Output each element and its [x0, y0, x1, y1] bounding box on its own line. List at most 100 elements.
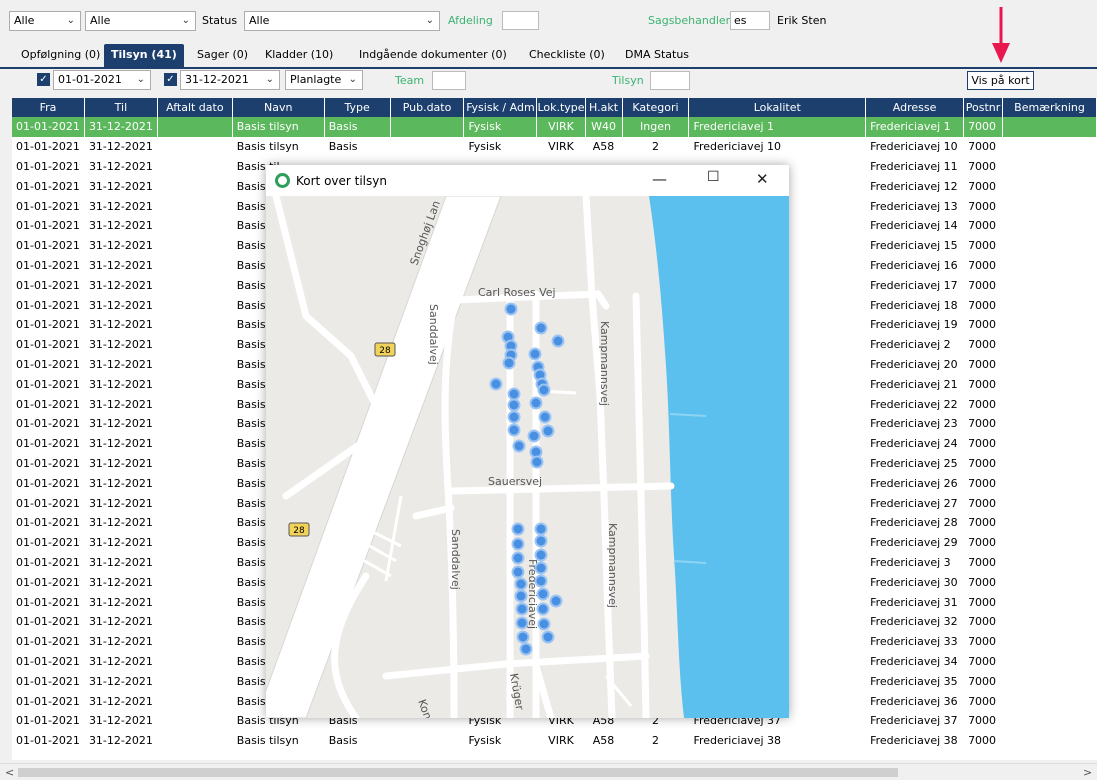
- afdeling-input[interactable]: [502, 11, 539, 30]
- sagsbehandler-input[interactable]: es: [730, 11, 770, 30]
- map-marker[interactable]: [502, 356, 516, 370]
- team-input[interactable]: [432, 71, 466, 90]
- filter-combo-1[interactable]: Alle ⌄: [9, 11, 81, 31]
- to-date-picker[interactable]: 31-12-2021 ⌄: [180, 70, 280, 90]
- column-header[interactable]: Postnr: [963, 98, 1004, 117]
- table-cell: [157, 374, 233, 395]
- table-cell: [157, 532, 233, 553]
- map-marker[interactable]: [530, 455, 544, 469]
- table-cell: [1002, 255, 1097, 276]
- map-marker[interactable]: [537, 617, 551, 631]
- table-cell: [157, 710, 233, 731]
- map-marker[interactable]: [507, 410, 521, 424]
- map-marker[interactable]: [534, 548, 548, 562]
- column-header[interactable]: Fysisk / Adm: [463, 98, 538, 117]
- map-marker[interactable]: [516, 630, 530, 644]
- maximize-button[interactable]: ☐: [707, 169, 720, 185]
- map-marker[interactable]: [534, 321, 548, 335]
- tab-kladder[interactable]: Kladder (10): [265, 48, 333, 61]
- table-cell: 31-12-2021: [84, 196, 158, 216]
- map-canvas[interactable]: 28 28 Snoghøj Lan Carl Roses Vej Sanddal…: [266, 196, 789, 718]
- map-marker[interactable]: [527, 429, 541, 443]
- map-marker[interactable]: [541, 424, 555, 438]
- table-cell: Fredericiavej 38: [688, 730, 867, 751]
- table-cell: 31-12-2021: [84, 592, 158, 612]
- column-header[interactable]: Lok.type: [536, 98, 586, 117]
- map-marker[interactable]: [537, 383, 551, 397]
- map-marker[interactable]: [538, 410, 552, 424]
- table-row[interactable]: 01-01-2021 31-12-2021 Basis tilsyn Basis Fys…: [12, 730, 1097, 751]
- tab-indgaaende-dokumenter[interactable]: Indgående dokumenter (0): [359, 48, 507, 61]
- show-on-map-button[interactable]: Vis på kort: [967, 71, 1034, 90]
- scroll-right-icon[interactable]: >: [1083, 766, 1092, 779]
- tab-dma-status[interactable]: DMA Status: [625, 48, 689, 61]
- map-marker[interactable]: [512, 439, 526, 453]
- column-header[interactable]: Kategori: [622, 98, 690, 117]
- map-marker[interactable]: [511, 522, 525, 536]
- horizontal-scrollbar[interactable]: < >: [0, 763, 1097, 780]
- column-header[interactable]: Pub.dato: [390, 98, 465, 117]
- column-header[interactable]: Navn: [232, 98, 325, 117]
- map-marker[interactable]: [529, 396, 543, 410]
- planned-select[interactable]: Planlagte ⌄: [285, 70, 363, 90]
- map-marker[interactable]: [536, 587, 550, 601]
- map-marker[interactable]: [534, 561, 548, 575]
- from-date-picker[interactable]: 01-01-2021 ⌄: [53, 70, 151, 90]
- column-header[interactable]: Fra: [12, 98, 85, 117]
- map-marker[interactable]: [511, 551, 525, 565]
- map-marker[interactable]: [541, 630, 555, 644]
- table-cell: [157, 255, 233, 276]
- column-header[interactable]: Type: [324, 98, 391, 117]
- status-select[interactable]: Alle ⌄: [244, 11, 440, 31]
- map-marker[interactable]: [504, 302, 518, 316]
- map-marker[interactable]: [549, 594, 563, 608]
- tilsyn-input[interactable]: [650, 71, 690, 90]
- filter-combo-2[interactable]: Alle ⌄: [85, 11, 196, 31]
- map-marker[interactable]: [507, 423, 521, 437]
- table-cell: 7000: [963, 651, 1004, 672]
- table-cell: [157, 275, 233, 296]
- map-marker[interactable]: [515, 602, 529, 616]
- table-cell: [157, 691, 233, 711]
- map-window[interactable]: Kort over tilsyn — ☐ ✕ 28 28 Snoghøj Lan…: [266, 165, 789, 718]
- table-row[interactable]: 01-01-2021 31-12-2021 Basis tilsyn Basis Fys…: [12, 136, 1097, 157]
- map-marker[interactable]: [534, 534, 548, 548]
- map-marker[interactable]: [534, 522, 548, 536]
- map-marker[interactable]: [514, 577, 528, 591]
- team-label: Team: [395, 74, 425, 87]
- table-row[interactable]: 01-01-2021 31-12-2021 Basis tilsyn Basis Fys…: [12, 117, 1097, 137]
- scrollbar-thumb[interactable]: [18, 768, 898, 777]
- table-cell: Fredericiavej 28: [865, 512, 965, 533]
- map-marker[interactable]: [511, 537, 525, 551]
- map-marker[interactable]: [515, 616, 529, 630]
- scroll-left-icon[interactable]: <: [5, 766, 14, 779]
- column-header[interactable]: Bemærkning: [1002, 98, 1097, 117]
- close-button[interactable]: ✕: [756, 170, 769, 188]
- map-marker[interactable]: [507, 387, 521, 401]
- column-header[interactable]: H.akt: [585, 98, 623, 117]
- map-marker[interactable]: [551, 334, 565, 348]
- map-marker[interactable]: [507, 398, 521, 412]
- table-cell: [157, 592, 233, 612]
- map-marker[interactable]: [511, 565, 525, 579]
- column-header[interactable]: Adresse: [865, 98, 965, 117]
- map-marker[interactable]: [534, 574, 548, 588]
- from-date-checkbox[interactable]: ✓: [37, 73, 50, 86]
- map-window-titlebar[interactable]: Kort over tilsyn — ☐ ✕: [266, 165, 789, 196]
- map-marker[interactable]: [536, 602, 550, 616]
- tab-checkliste[interactable]: Checkliste (0): [529, 48, 605, 61]
- column-header[interactable]: Til: [84, 98, 158, 117]
- map-marker[interactable]: [519, 642, 533, 656]
- table-cell: [157, 611, 233, 632]
- column-header[interactable]: Lokalitet: [688, 98, 867, 117]
- map-marker[interactable]: [514, 589, 528, 603]
- minimize-button[interactable]: —: [652, 170, 667, 188]
- column-header[interactable]: Aftalt dato: [157, 98, 233, 117]
- map-marker[interactable]: [528, 347, 542, 361]
- to-date-checkbox[interactable]: ✓: [164, 73, 177, 86]
- tab-opfolgning[interactable]: Opfølgning (0): [21, 48, 100, 61]
- table-cell: 31-12-2021: [84, 255, 158, 276]
- tab-tilsyn[interactable]: Tilsyn (41): [104, 44, 184, 68]
- tab-sager[interactable]: Sager (0): [197, 48, 248, 61]
- map-marker[interactable]: [489, 377, 503, 391]
